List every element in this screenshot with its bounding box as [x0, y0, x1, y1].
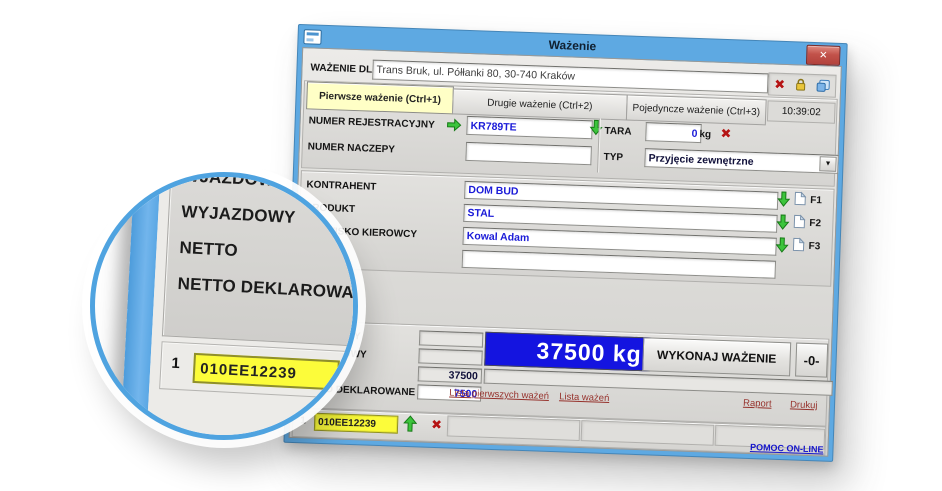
delete-icon[interactable]: ✖	[774, 78, 785, 91]
document-icon[interactable]	[794, 191, 806, 205]
f3-key-label: F3	[808, 241, 820, 252]
weighing-window: Ważenie ✕ WAŻENIE DLA Trans Bruk, ul. Pó…	[284, 25, 846, 461]
magnified-netto-declared-label: NETTO DEKLAROWANE	[177, 274, 358, 304]
tara-label: TARA	[604, 126, 631, 138]
magnified-row-index: 1	[171, 355, 180, 372]
magnified-plate-field: 010EE12239	[192, 353, 339, 391]
lock-icon[interactable]	[795, 78, 806, 91]
type-value: Przyjęcie zewnętrzne	[648, 152, 753, 168]
weight-display-value: 37500 kg	[536, 337, 642, 368]
type-label: TYP	[603, 152, 623, 164]
window-content: WAŻENIE DLA Trans Bruk, ul. Półłanki 80,…	[289, 47, 842, 457]
arrow-up-icon[interactable]	[403, 415, 418, 432]
product-value: STAL	[467, 207, 494, 220]
tara-unit: kg	[699, 129, 711, 140]
tara-field[interactable]: 0	[645, 122, 702, 143]
clear-tara-icon[interactable]: ✖	[720, 127, 731, 140]
perform-weighing-button[interactable]: WYKONAJ WAŻENIE	[642, 337, 791, 376]
contractor-value: DOM BUD	[468, 184, 519, 198]
zero-button-label: -0-	[803, 352, 819, 368]
magnified-window-area: WJAZDOWY WYJAZDOWY NETTO NETTO DEKLAROWA…	[144, 172, 358, 440]
netto-value: 37500	[448, 369, 478, 382]
arrow-down-icon[interactable]	[775, 237, 789, 253]
magnified-plate-value: 010EE12239	[200, 360, 298, 382]
document-icon[interactable]	[793, 214, 805, 228]
inbound-field	[419, 330, 483, 347]
print-link[interactable]: Drukuj	[790, 399, 818, 411]
zero-button[interactable]: -0-	[795, 343, 828, 378]
arrow-right-icon	[446, 118, 461, 132]
f2-key-label: F2	[809, 218, 821, 229]
tab-label: Pojedyncze ważenie (Ctrl+3)	[632, 102, 760, 117]
weighings-list-link[interactable]: Lista ważeń	[559, 391, 610, 404]
tara-value: 0	[691, 127, 697, 139]
document-icon[interactable]	[792, 237, 804, 251]
tab-single-weighing[interactable]: Pojedyncze ważenie (Ctrl+3)	[626, 94, 767, 125]
arrow-down-icon[interactable]	[777, 191, 791, 207]
magnified-inbound-label: WJAZDOWY	[183, 172, 287, 191]
address-value: Trans Bruk, ul. Półłanki 80, 30-740 Krak…	[376, 64, 575, 83]
perform-weighing-label: WYKONAJ WAŻENIE	[657, 348, 777, 366]
clock-value: 10:39:02	[782, 106, 821, 118]
chevron-down-icon[interactable]: ▼	[819, 156, 837, 172]
registration-value: KR789TE	[470, 120, 517, 134]
arrow-down-icon[interactable]	[589, 119, 603, 135]
magnified-weighing-panel: WJAZDOWY WYJAZDOWY NETTO NETTO DEKLAROWA…	[162, 172, 358, 349]
outbound-field	[418, 348, 482, 365]
wazenie-dla-label: WAŻENIE DLA	[310, 62, 379, 75]
tab-first-weighing[interactable]: Pierwsze ważenie (Ctrl+1)	[306, 81, 454, 114]
tab-label: Drugie ważenie (Ctrl+2)	[487, 97, 593, 112]
magnified-netto-label: NETTO	[179, 238, 238, 261]
driver-value: Kowal Adam	[467, 230, 530, 244]
tab-label: Pierwsze ważenie (Ctrl+1)	[319, 90, 441, 105]
f1-key-label: F1	[810, 195, 822, 206]
arrow-down-icon[interactable]	[776, 214, 790, 230]
clock: 10:39:02	[767, 100, 836, 123]
report-link[interactable]: Raport	[743, 398, 772, 410]
magnifier-circle: WJAZDOWY WYJAZDOWY NETTO NETTO DEKLAROWA…	[90, 172, 358, 440]
netto-field: 37500	[418, 366, 482, 383]
delete-row-icon[interactable]: ✖	[431, 418, 442, 431]
magnified-outbound-label: WYJAZDOWY	[181, 202, 296, 228]
magnified-bottom-row: 1 010EE12239	[159, 341, 358, 402]
toolbar-panel: ✖	[768, 72, 837, 97]
screenshot-canvas: Ważenie ✕ WAŻENIE DLA Trans Bruk, ul. Pó…	[0, 0, 942, 491]
close-button[interactable]: ✕	[806, 45, 841, 66]
weight-display: 37500 kg	[484, 332, 651, 372]
magnifier-content: WJAZDOWY WYJAZDOWY NETTO NETTO DEKLAROWA…	[90, 172, 358, 440]
copy-icon[interactable]	[816, 79, 830, 92]
